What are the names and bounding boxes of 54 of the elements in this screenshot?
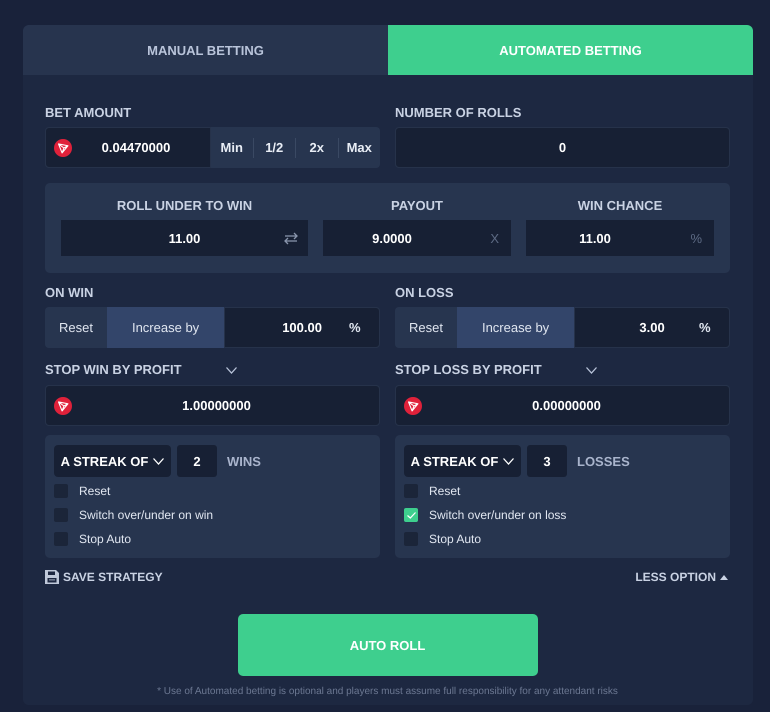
- field-label: ROLL UNDER TO WIN: [116, 198, 254, 214]
- coin-icon: [54, 396, 72, 414]
- streak-unit-label: LOSSES: [577, 454, 630, 468]
- quick-amount-button[interactable]: Max: [338, 127, 380, 168]
- disclaimer-text: * Use of Automated betting is optional and players must assume full responsibility for any attendant risks: [156, 686, 619, 698]
- save-strategy-button[interactable]: SAVE STRATEGY: [45, 570, 165, 584]
- field-label: NUMBER OF ROLLS: [395, 105, 522, 121]
- streak-dropdown[interactable]: A STREAK OF: [54, 445, 171, 477]
- field-label: STOP LOSS BY PROFIT: [395, 362, 542, 378]
- mode-button[interactable]: Increase by: [106, 307, 224, 348]
- profit-field[interactable]: 0.00000000: [395, 385, 730, 426]
- win-chance-field[interactable]: 11.00 %: [526, 220, 714, 256]
- streak-count-field[interactable]: 3: [527, 445, 567, 477]
- less-option-button[interactable]: LESS OPTION: [635, 570, 730, 584]
- checkbox-label: Stop Auto: [429, 532, 482, 546]
- coin-icon: [54, 138, 72, 156]
- field-label: WIN CHANCE: [576, 198, 664, 214]
- quick-amount-button[interactable]: 1/2: [254, 127, 295, 168]
- coin-icon: [404, 396, 422, 414]
- streak-count-field[interactable]: 2: [177, 445, 217, 477]
- percent-field[interactable]: 3.00 %: [574, 307, 730, 348]
- bet-amount-field[interactable]: 0.04470000: [45, 127, 211, 168]
- streak-dropdown[interactable]: A STREAK OF: [404, 445, 521, 477]
- field-label: ON LOSS: [395, 285, 455, 301]
- quick-amount-button[interactable]: 2x: [296, 127, 338, 168]
- roll-under-field[interactable]: 11.00: [61, 220, 308, 256]
- profit-field[interactable]: 1.00000000: [45, 385, 380, 426]
- check-icon: [406, 512, 416, 518]
- mode-button[interactable]: Reset: [45, 307, 107, 348]
- payout-field[interactable]: 9.0000 X: [323, 220, 511, 256]
- field-label: PAYOUT: [390, 198, 444, 214]
- streak-unit-label: WINS: [227, 454, 261, 468]
- checkbox-label: Switch over/under on loss: [429, 508, 566, 522]
- mode-button[interactable]: Increase by: [456, 307, 574, 348]
- mode-button[interactable]: Reset: [395, 307, 457, 348]
- checkbox-label: Switch over/under on win: [79, 508, 214, 522]
- checkbox-label: Reset: [79, 484, 110, 498]
- quick-amount-button[interactable]: Min: [211, 127, 252, 168]
- chevron-down-icon[interactable]: [586, 366, 597, 374]
- swap-icon[interactable]: [284, 232, 298, 244]
- caret-icon: [503, 458, 514, 464]
- caret-icon: [153, 458, 164, 464]
- checkbox-label: Reset: [429, 484, 460, 498]
- save-icon: [45, 570, 59, 584]
- checkbox-label: Stop Auto: [79, 532, 132, 546]
- number-of-rolls-field[interactable]: 0: [395, 127, 730, 168]
- checkbox[interactable]: [404, 508, 418, 522]
- chevron-down-icon[interactable]: [226, 366, 237, 374]
- field-label: BET AMOUNT: [45, 105, 132, 121]
- betting-mode-tab[interactable]: MANUAL BETTING: [23, 25, 388, 75]
- percent-field[interactable]: 100.00 %: [224, 307, 380, 348]
- caret-up-icon: [720, 574, 728, 580]
- field-label: STOP WIN BY PROFIT: [45, 362, 182, 378]
- field-label: ON WIN: [45, 285, 94, 301]
